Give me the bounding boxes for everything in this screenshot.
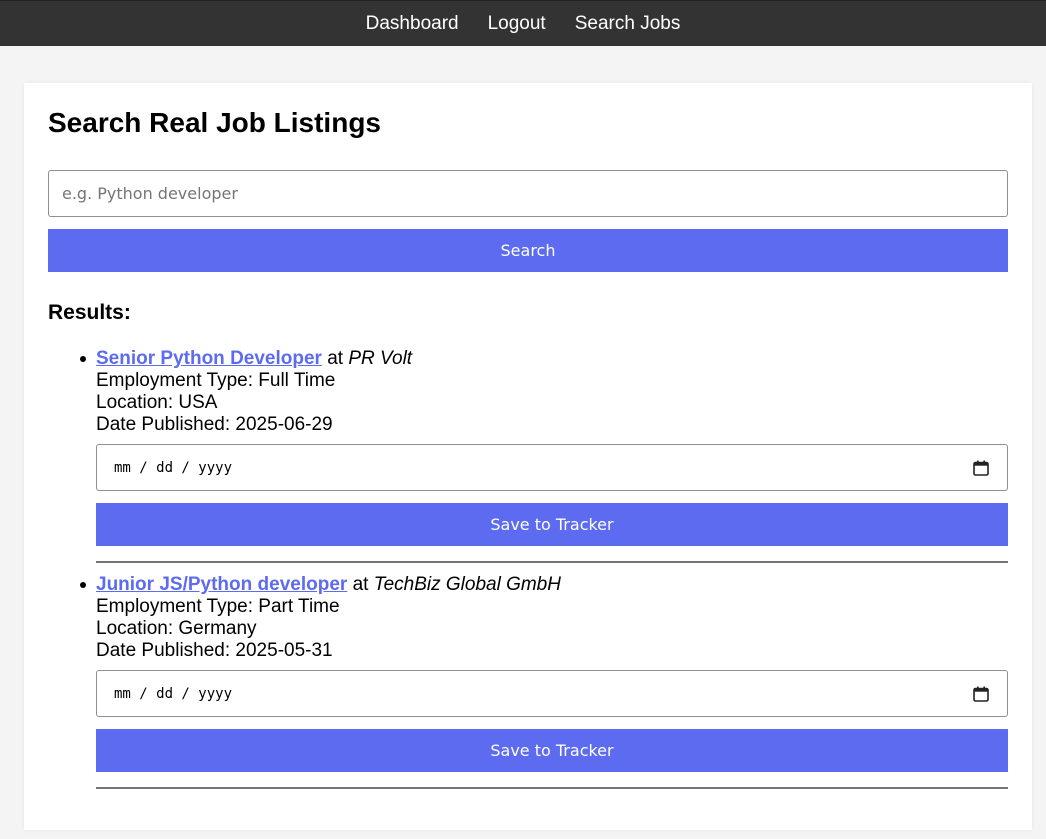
nav-search-jobs-link[interactable]: Search Jobs	[575, 13, 681, 35]
search-card: Search Real Job Listings Search Results:…	[24, 83, 1032, 830]
results-heading: Results:	[48, 301, 131, 324]
job-at-text: at	[327, 348, 344, 369]
calendar-icon[interactable]	[972, 685, 990, 703]
job-company: PR Volt	[348, 348, 413, 369]
job-at-text: at	[352, 574, 369, 595]
save-to-tracker-button[interactable]: Save to Tracker	[96, 503, 1008, 546]
job-employment-type: Employment Type: Full Time	[96, 370, 336, 391]
job-company: TechBiz Global GmbH	[373, 574, 561, 595]
job-result-item: Senior Python Developer at PR Volt Emplo…	[80, 348, 1008, 563]
job-title-link[interactable]: Junior JS/Python developer	[96, 574, 347, 595]
job-headline: Senior Python Developer at PR Volt	[96, 348, 1008, 370]
results-list: Senior Python Developer at PR Volt Emplo…	[80, 348, 1008, 800]
nav-dashboard-link[interactable]: Dashboard	[366, 13, 459, 35]
save-to-tracker-button[interactable]: Save to Tracker	[96, 729, 1008, 772]
nav-logout-link[interactable]: Logout	[488, 13, 546, 35]
search-button[interactable]: Search	[48, 229, 1008, 272]
job-title-link[interactable]: Senior Python Developer	[96, 348, 322, 369]
job-location: Location: USA	[96, 392, 218, 413]
job-employment-type: Employment Type: Part Time	[96, 596, 340, 617]
page-title: Search Real Job Listings	[48, 107, 381, 138]
tracker-date-input[interactable]: mm / dd / yyyy	[96, 670, 1008, 717]
tracker-date-input[interactable]: mm / dd / yyyy	[96, 444, 1008, 491]
search-input[interactable]	[48, 170, 1008, 217]
calendar-icon[interactable]	[972, 459, 990, 477]
top-nav: Dashboard Logout Search Jobs	[0, 0, 1046, 46]
date-input-placeholder: mm / dd / yyyy	[114, 685, 233, 702]
job-date-published: Date Published: 2025-06-29	[96, 414, 333, 435]
job-location: Location: Germany	[96, 618, 257, 639]
job-date-published: Date Published: 2025-05-31	[96, 640, 333, 661]
date-input-placeholder: mm / dd / yyyy	[114, 459, 233, 476]
job-result-item: Junior JS/Python developer at TechBiz Gl…	[80, 574, 1008, 789]
job-headline: Junior JS/Python developer at TechBiz Gl…	[96, 574, 1008, 596]
